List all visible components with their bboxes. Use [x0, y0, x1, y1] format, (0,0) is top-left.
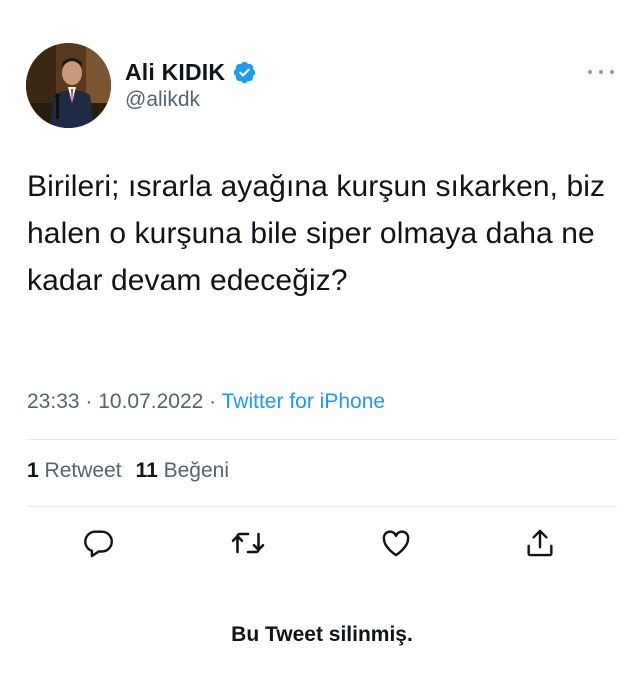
meta-separator: ·: [203, 390, 222, 413]
more-dot: [610, 70, 614, 74]
tweet-date[interactable]: 10.07.2022: [98, 390, 203, 413]
retweet-count: 1: [27, 459, 39, 482]
author-name-row[interactable]: Ali KIDIK: [125, 58, 257, 86]
retweet-button[interactable]: [228, 523, 268, 563]
tweet-text: Birileri; ısrarla ayağına kurşun sıkarke…: [27, 170, 606, 297]
action-bar: [0, 523, 644, 563]
retweet-stat[interactable]: 1 Retweet: [27, 459, 122, 482]
like-button[interactable]: [376, 523, 416, 563]
like-count: 11: [135, 459, 158, 482]
like-icon: [382, 530, 410, 557]
avatar[interactable]: [26, 43, 111, 128]
reply-button[interactable]: [79, 523, 119, 563]
retweet-label: Retweet: [44, 459, 122, 482]
verified-badge-icon: [234, 61, 256, 83]
like-stat[interactable]: 11 Beğeni: [136, 459, 229, 482]
share-button[interactable]: [520, 523, 560, 563]
like-label: Beğeni: [163, 459, 230, 482]
divider: [27, 439, 617, 440]
more-dot: [588, 70, 592, 74]
tweet-stats: 1 Retweet 11 Beğeni: [27, 459, 229, 483]
deleted-notice: Bu Tweet silinmiş.: [231, 623, 413, 646]
author-handle[interactable]: @alikdk: [125, 88, 200, 112]
tweet-source[interactable]: Twitter for iPhone: [222, 390, 385, 413]
reply-icon: [84, 530, 113, 558]
retweet-icon: [231, 532, 265, 554]
tweet-time[interactable]: 23:33: [27, 390, 80, 413]
tweet-meta: 23:33 · 10.07.2022 · Twitter for iPhone: [27, 390, 385, 414]
more-options-icon[interactable]: [588, 62, 614, 82]
profile-photo: [26, 43, 111, 128]
divider: [27, 506, 617, 507]
share-icon: [527, 529, 553, 557]
meta-separator: ·: [79, 390, 99, 413]
more-dot: [599, 70, 603, 74]
author-display-name[interactable]: Ali KIDIK: [125, 59, 225, 86]
